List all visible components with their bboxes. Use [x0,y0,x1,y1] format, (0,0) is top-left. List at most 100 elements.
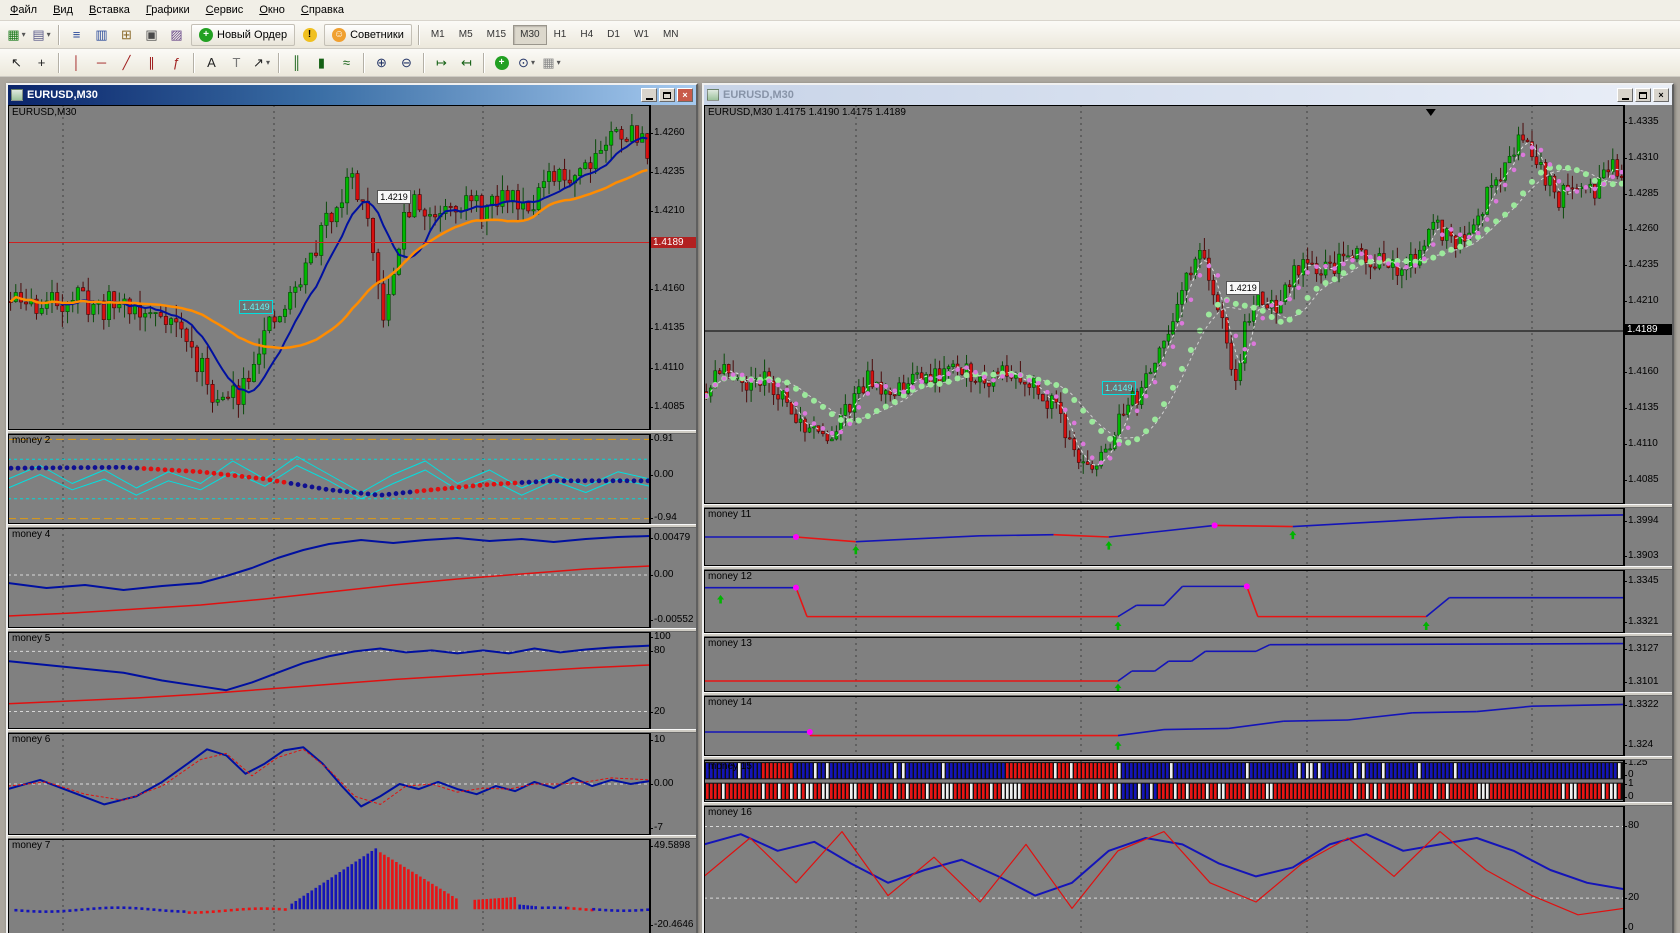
menu-tools[interactable]: Сервис [198,1,252,19]
restore-button[interactable] [1635,88,1651,102]
new-order-button[interactable]: +Новый Ордер [191,24,295,46]
price-scale[interactable]: 100.00-7 [650,733,696,835]
window-titlebar[interactable]: EURUSD,M30 × [8,85,696,105]
scale-label: 1.4210 [654,205,685,216]
chart-shift-button[interactable]: ↤ [455,52,478,74]
minimize-button[interactable] [641,88,657,102]
auto-scroll-button[interactable]: ↦ [430,52,453,74]
menu-file[interactable]: Файл [2,1,45,19]
indicator-pane-money-12[interactable]: 1.33451.3321money 12 [704,570,1672,633]
price-pane[interactable]: 1.42601.42351.42101.41601.41351.41101.40… [8,105,696,430]
price-scale[interactable]: 1.33451.3321 [1624,570,1672,633]
menu-view[interactable]: Вид [45,1,81,19]
indicator-pane-money-14[interactable]: 1.33221.324money 14 [704,696,1672,756]
profiles-button[interactable]: ▤▾ [30,24,53,46]
text-button[interactable]: A [200,52,223,74]
channel-button[interactable]: ∥ [140,52,163,74]
indicator-pane-money-4[interactable]: 0.004790.00-0.00552money 4 [8,528,696,628]
horizontal-line-button[interactable]: ─ [90,52,113,74]
close-button[interactable]: × [1653,88,1669,102]
order-price-label[interactable]: 1.4149 [1102,381,1136,395]
order-price-label[interactable]: 1.4219 [1226,281,1260,295]
price-scale[interactable]: 0.910.00-0.94 [650,434,696,524]
indicator-pane-money-7[interactable]: 49.5898-20.4646money 7 [8,839,696,933]
metaeditor-button[interactable]: ▨ [165,24,188,46]
restore-button[interactable] [659,88,675,102]
fibonacci-icon: ƒ [173,56,180,69]
timeframe-mn-button[interactable]: MN [656,25,686,45]
new-chart-button[interactable]: ▦▾ [5,24,28,46]
timeframe-m15-button[interactable]: M15 [480,25,513,45]
chart-window-left[interactable]: EURUSD,M30 × EURUSD,M30 1.42601.42351.42… [6,83,698,933]
market-watch-button[interactable]: ≡ [65,24,88,46]
scale-label: 0 [1628,791,1634,802]
indicator-name-label: money 15 [708,761,752,772]
price-scale[interactable]: 80200 [1624,806,1672,933]
zoom-out-button[interactable]: ⊖ [395,52,418,74]
indicator-pane-money-2[interactable]: 0.910.00-0.94money 2 [8,434,696,524]
price-scale[interactable]: 0.004790.00-0.00552 [650,528,696,628]
timeframe-m5-button[interactable]: M5 [452,25,480,45]
indicator-pane-money-6[interactable]: 100.00-7money 6 [8,733,696,835]
vertical-line-button[interactable]: │ [65,52,88,74]
window-title: EURUSD,M30 [723,89,794,101]
price-scale[interactable]: 49.5898-20.4646 [650,839,696,933]
data-window-button[interactable]: ▥ [90,24,113,46]
indicator-pane-money-11[interactable]: 1.39941.3903money 11 [704,508,1672,566]
scale-label: 1.4110 [1628,438,1658,449]
menu-help[interactable]: Справка [293,1,352,19]
price-scale[interactable]: 1.33221.324 [1624,696,1672,756]
chart-window-right[interactable]: EURUSD,M30 × EURUSD,M30 1.4175 1.4190 1.… [702,83,1674,933]
arrows-button[interactable]: ↗▾ [250,52,273,74]
scale-label: 80 [654,645,665,656]
indicator-pane-money-13[interactable]: 1.31271.3101 money 13 [704,637,1672,692]
cursor-button[interactable]: ↖ [5,52,28,74]
crosshair-button[interactable]: + [30,52,53,74]
chart-client-area[interactable]: EURUSD,M30 1.42601.42351.42101.41601.413… [8,105,696,933]
price-scale[interactable]: 1.39941.3903 [1624,508,1672,566]
price-scale[interactable]: 1.31271.3101 [1624,637,1672,692]
price-pane[interactable]: 1.43351.43101.42851.42601.42351.42101.41… [704,105,1672,504]
chart-client-area[interactable]: EURUSD,M30 1.4175 1.4190 1.4175 1.4189 1… [704,105,1672,933]
timeframe-m30-button[interactable]: M30 [513,25,546,45]
price-scale[interactable]: 1.25010 [1624,760,1672,802]
terminal-button[interactable]: ▣ [140,24,163,46]
order-price-label[interactable]: 1.4219 [377,190,411,204]
menu-insert[interactable]: Вставка [81,1,138,19]
scale-label: -0.94 [654,512,677,523]
order-price-label[interactable]: 1.4149 [239,300,273,314]
timeframe-h4-button[interactable]: H4 [573,25,600,45]
indicators-button[interactable]: + [490,52,513,74]
trendline-button[interactable]: ╱ [115,52,138,74]
periods-button[interactable]: ⊙▾ [515,52,538,74]
indicator-pane-money-5[interactable]: 1008020money 5 [8,632,696,729]
minimize-button[interactable] [1617,88,1633,102]
text-label-button[interactable]: T [225,52,248,74]
navigator-button[interactable]: ⊞ [115,24,138,46]
terminal-icon: ▣ [145,28,157,41]
timeframe-w1-button[interactable]: W1 [627,25,656,45]
indicator-name-label: money 13 [708,638,752,649]
timeframe-d1-button[interactable]: D1 [600,25,627,45]
fibonacci-button[interactable]: ƒ [165,52,188,74]
timeframe-m1-button[interactable]: M1 [424,25,452,45]
indicator-pane-money-15[interactable]: 1.25010 money 15 [704,760,1672,802]
line-chart-button[interactable]: ≈ [335,52,358,74]
price-scale[interactable]: 1008020 [650,632,696,729]
indicator-pane-money-16[interactable]: 80200money 16 [704,806,1672,933]
price-scale[interactable]: 1.43351.43101.42851.42601.42351.42101.41… [1624,105,1672,504]
scale-label: 1.4235 [1628,259,1659,270]
templates-button[interactable]: ▦▾ [540,52,563,74]
price-scale[interactable]: 1.42601.42351.42101.41601.41351.41101.40… [650,105,696,430]
bar-chart-button[interactable]: ║ [285,52,308,74]
advisors-button[interactable]: ☺Советники [324,24,412,46]
alert-button[interactable]: ! [298,24,321,46]
close-button[interactable]: × [677,88,693,102]
menu-window[interactable]: Окно [251,1,293,19]
timeframe-h1-button[interactable]: H1 [547,25,574,45]
zoom-in-button[interactable]: ⊕ [370,52,393,74]
menu-charts[interactable]: Графики [138,1,198,19]
candlestick-chart-button[interactable]: ▮ [310,52,333,74]
toolbar-separator [483,53,485,73]
window-titlebar[interactable]: EURUSD,M30 × [704,85,1672,105]
